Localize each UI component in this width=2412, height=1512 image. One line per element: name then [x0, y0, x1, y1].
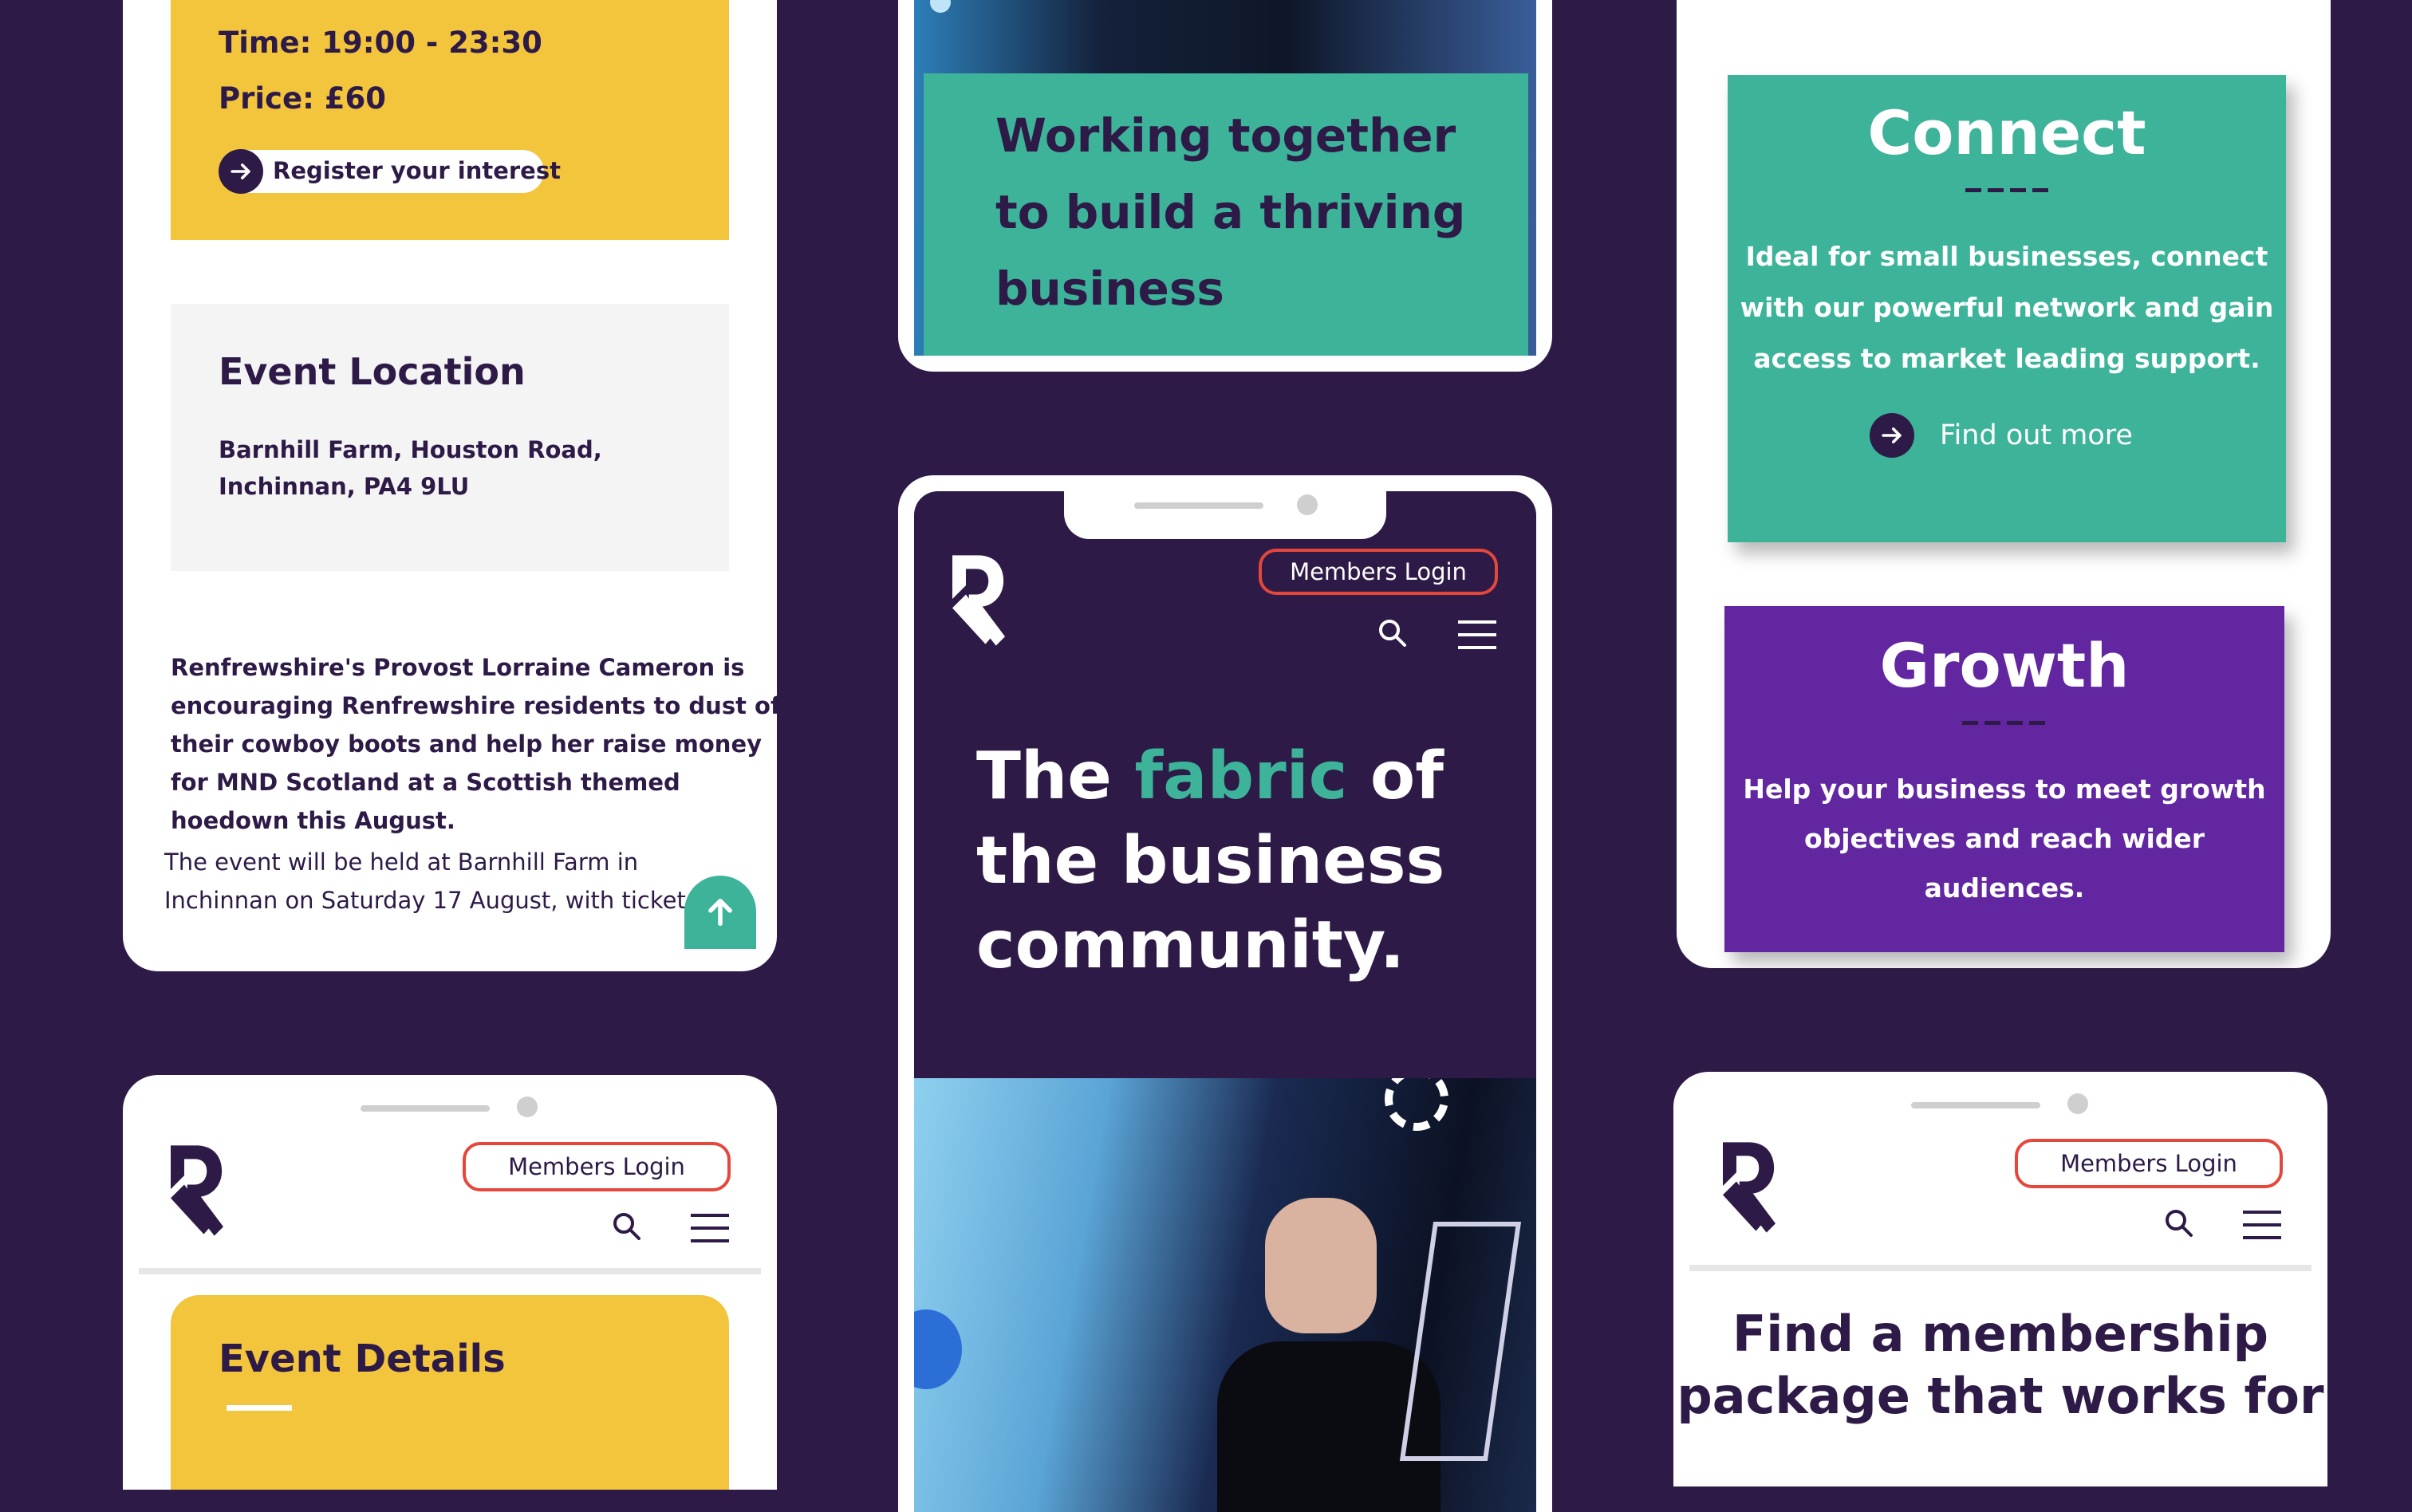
body-line: The event will be held at Barnhill Farm … [164, 849, 639, 876]
event-location-card: Event Location Barnhill Farm, Houston Ro… [171, 304, 729, 571]
connect-card: Connect Ideal for small businesses, conn… [1728, 75, 2286, 542]
working-together-card: Working together to build a thriving bus… [924, 73, 1528, 356]
find-out-more-link[interactable]: Find out more [1870, 410, 2157, 461]
desc-line: Renfrewshire's Provost Lorraine Cameron … [171, 654, 745, 681]
hero-prefix: The [976, 738, 1135, 814]
event-details-phone: Members Login Event Details [123, 1075, 777, 1490]
event-location-line1: Barnhill Farm, Houston Road, [219, 436, 602, 463]
hero-suffix: of [1347, 738, 1444, 814]
register-interest-label: Register your interest [273, 157, 561, 184]
menu-icon[interactable] [689, 1212, 731, 1244]
growth-title: Growth [1879, 630, 2130, 701]
growth-desc-line: objectives and reach wider [1803, 823, 2205, 854]
arrow-right-icon [1870, 413, 1914, 458]
hero-heading-line3: community. [976, 908, 1405, 983]
growth-desc-line: Help your business to meet growth [1743, 774, 2266, 805]
desc-line: their cowboy boots and help her raise mo… [171, 730, 763, 758]
membership-heading-line: Find a membership [1732, 1305, 2269, 1363]
find-out-more-label: Find out more [1940, 419, 2133, 451]
connect-title: Connect [1867, 97, 2146, 168]
connect-desc-line: Ideal for small businesses, connect [1745, 241, 2268, 272]
hero-heading-line2: the business [976, 823, 1445, 899]
working-headline-line: business [995, 262, 1224, 316]
hero-heading-line1: The fabric of [976, 738, 1444, 814]
event-time: Time: 19:00 - 23:30 [219, 26, 542, 60]
working-together-phone: Working together to build a thriving bus… [898, 0, 1552, 372]
connect-desc-line: access to market leading support. [1753, 343, 2260, 374]
event-price: Price: £60 [219, 81, 386, 116]
search-icon[interactable] [1377, 617, 1409, 649]
title-underline [227, 1405, 292, 1411]
event-info-card: Time: 19:00 - 23:30 Price: £60 Register … [171, 0, 729, 240]
search-icon[interactable] [2163, 1207, 2195, 1239]
arrow-up-icon [708, 898, 732, 927]
scroll-to-top-button[interactable] [684, 876, 756, 949]
working-headline-line: Working together [995, 108, 1456, 163]
members-login-button[interactable]: Members Login [2015, 1139, 2283, 1188]
desc-line: for MND Scotland at a Scottish themed [171, 769, 680, 796]
phone-notch [1064, 491, 1386, 539]
event-details-title: Event Details [219, 1337, 506, 1381]
arrow-right-icon [219, 149, 263, 194]
members-login-button[interactable]: Members Login [463, 1142, 731, 1191]
register-interest-button[interactable]: Register your interest [219, 149, 561, 194]
event-info-phone: Time: 19:00 - 23:30 Price: £60 Register … [123, 0, 777, 971]
packages-phone: Connect Ideal for small businesses, conn… [1677, 0, 2331, 968]
connect-desc-line: with our powerful network and gain [1740, 292, 2274, 323]
search-icon[interactable] [611, 1211, 643, 1242]
growth-desc-line: audiences. [1924, 872, 2085, 904]
working-headline-line: to build a thriving [995, 185, 1466, 239]
speaker-figure [1265, 1198, 1377, 1333]
membership-phone: Members Login Find a membership package … [1673, 1072, 2327, 1486]
membership-heading-line: package that works for [1677, 1367, 2324, 1425]
growth-divider [1962, 721, 2045, 725]
home-phone: Members Login The fabric of the business… [898, 475, 1552, 1512]
event-location-line2: Inchinnan, PA4 9LU [219, 473, 470, 500]
desc-line: encouraging Renfrewshire residents to du… [171, 692, 777, 719]
header-divider [1689, 1265, 2312, 1271]
event-details-card: Event Details [171, 1295, 729, 1490]
logo-icon[interactable] [952, 553, 1005, 648]
home-screen: Members Login The fabric of the business… [914, 491, 1536, 1512]
event-location-title: Event Location [219, 350, 526, 393]
menu-icon[interactable] [2241, 1209, 2283, 1241]
logo-icon[interactable] [171, 1144, 223, 1238]
members-login-button[interactable]: Members Login [1259, 549, 1498, 595]
hero-accent: fabric [1134, 738, 1348, 814]
body-line: Inchinnan on Saturday 17 August, with ti… [164, 887, 698, 914]
connect-divider [1965, 188, 2048, 192]
desc-line: hoedown this August. [171, 807, 455, 834]
growth-card: Growth Help your business to meet growth… [1724, 606, 2284, 952]
header-divider [139, 1268, 761, 1274]
logo-icon[interactable] [1723, 1140, 1776, 1234]
hero-photo [914, 1078, 1536, 1512]
menu-icon[interactable] [1456, 619, 1498, 651]
